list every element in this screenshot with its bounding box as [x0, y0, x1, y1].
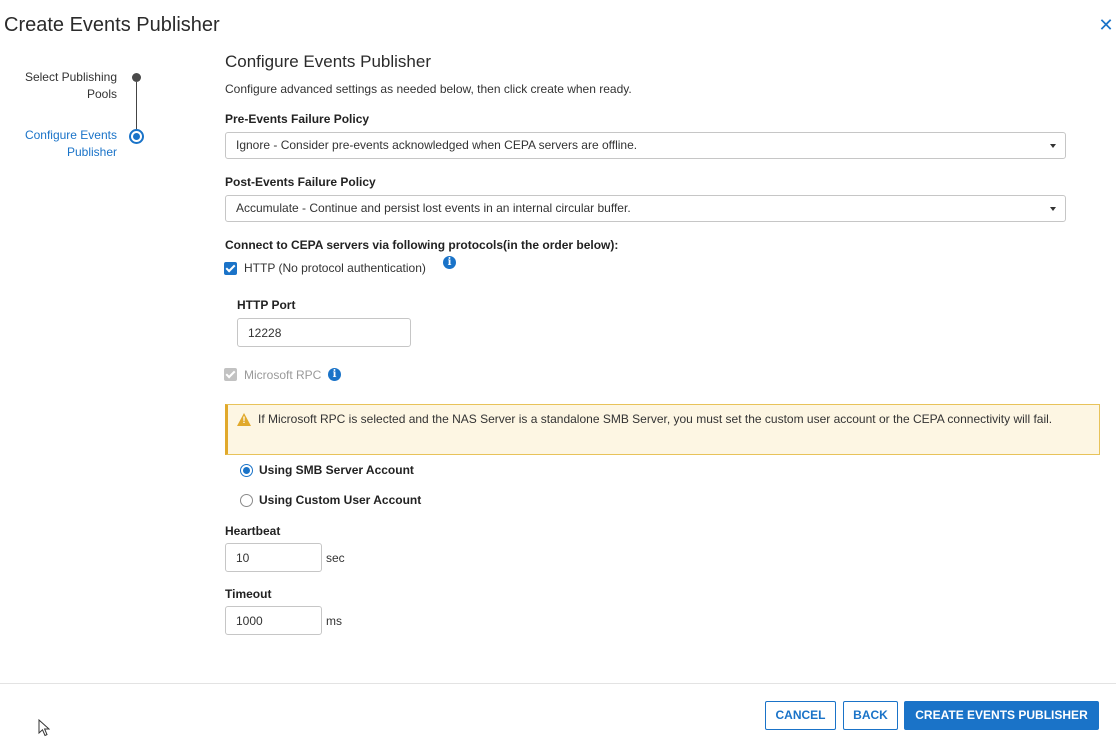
section-title: Configure Events Publisher [225, 52, 432, 71]
timeout-label: Timeout [225, 587, 272, 601]
step-current-dot-icon [129, 129, 144, 144]
radio-custom-user-account[interactable] [240, 494, 253, 507]
rpc-warning-text: If Microsoft RPC is selected and the NAS… [258, 412, 1053, 426]
chevron-down-icon [1050, 144, 1056, 148]
http-checkbox-label: HTTP (No protocol authentication) [244, 261, 426, 275]
close-icon[interactable]: ✕ [1098, 15, 1114, 35]
section-subtitle: Configure advanced settings as needed be… [225, 82, 632, 96]
stepper-connector [136, 82, 137, 134]
post-events-select-value: Accumulate - Continue and persist lost e… [236, 201, 631, 215]
http-port-label: HTTP Port [237, 298, 296, 312]
pre-events-select[interactable]: Ignore - Consider pre-events acknowledge… [225, 132, 1066, 159]
step-select-publishing-pools[interactable]: Select Publishing Pools [1, 69, 117, 103]
heartbeat-input[interactable] [225, 543, 322, 572]
warning-icon-mark: ! [242, 415, 246, 425]
info-icon[interactable]: i [443, 256, 456, 269]
pre-events-select-value: Ignore - Consider pre-events acknowledge… [236, 138, 638, 152]
step-configure-events-publisher[interactable]: Configure Events Publisher [1, 127, 117, 161]
protocols-label: Connect to CEPA servers via following pr… [225, 238, 619, 252]
radio-custom-user-account-label[interactable]: Using Custom User Account [259, 493, 421, 507]
post-events-select[interactable]: Accumulate - Continue and persist lost e… [225, 195, 1066, 222]
http-checkbox[interactable] [224, 262, 237, 275]
back-button[interactable]: BACK [843, 701, 898, 730]
http-port-input[interactable] [237, 318, 411, 347]
footer-divider [0, 683, 1116, 684]
radio-smb-server-account[interactable] [240, 464, 253, 477]
radio-smb-server-account-label[interactable]: Using SMB Server Account [259, 463, 414, 477]
post-events-label: Post-Events Failure Policy [225, 175, 376, 189]
create-events-publisher-button[interactable]: CREATE EVENTS PUBLISHER [904, 701, 1099, 730]
pre-events-label: Pre-Events Failure Policy [225, 112, 370, 126]
cancel-button[interactable]: CANCEL [765, 701, 836, 730]
timeout-unit: ms [326, 614, 342, 628]
info-icon[interactable]: i [328, 368, 341, 381]
timeout-input[interactable] [225, 606, 322, 635]
microsoft-rpc-label: Microsoft RPC [244, 368, 322, 382]
step-complete-dot-icon [132, 73, 141, 82]
dialog-title: Create Events Publisher [4, 14, 220, 36]
microsoft-rpc-checkbox [224, 368, 237, 381]
heartbeat-label: Heartbeat [225, 524, 281, 538]
mouse-cursor-icon [38, 719, 50, 737]
heartbeat-unit: sec [326, 551, 345, 565]
chevron-down-icon [1050, 207, 1056, 211]
